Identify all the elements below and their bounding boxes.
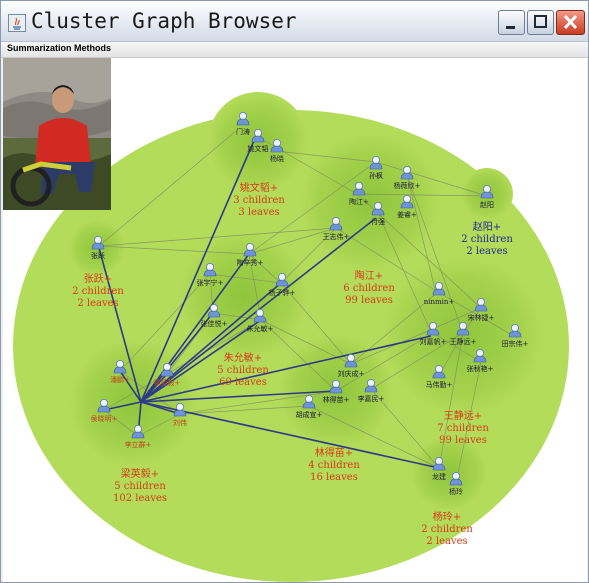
cluster-label-zhuyunmin: 朱允敏+ 5 children 69 leaves xyxy=(217,351,269,388)
cluster-children: 5 children xyxy=(217,365,269,376)
application-window: Cluster Graph Browser Summarization Meth… xyxy=(0,0,589,583)
cluster-leaves: 99 leaves xyxy=(345,295,393,306)
node-label: 李嘉民+ xyxy=(358,394,385,403)
minimize-button[interactable] xyxy=(498,10,525,35)
node-label: 付强 xyxy=(371,217,385,226)
node-label: 杨玲 xyxy=(449,487,463,496)
cluster-name: 张跃+ xyxy=(84,273,112,285)
node-label: ninmin+ xyxy=(424,298,455,306)
close-button[interactable] xyxy=(556,10,585,35)
cluster-leaves: 2 leaves xyxy=(466,246,507,257)
cluster-name: 杨玲+ xyxy=(433,510,461,523)
node-label: 梁英毅+ xyxy=(154,378,181,387)
cluster-children: 2 children xyxy=(461,234,513,245)
node-label: 潘鹏+ xyxy=(110,375,130,384)
node-label: 田宗伟+ xyxy=(502,339,529,348)
window-title: Cluster Graph Browser xyxy=(31,9,297,33)
cluster-name: 陶江+ xyxy=(355,269,383,282)
node-label: 张佳悦+ xyxy=(201,319,228,328)
cluster-leaves: 3 leaves xyxy=(238,207,279,218)
node-label: 张秋艳+ xyxy=(467,364,494,373)
cluster-name: 朱允敏+ xyxy=(224,351,262,364)
node-label: 宋林捷+ xyxy=(468,313,495,322)
graph-canvas[interactable]: 门涛 姚文韬 杨晓 孙枫 杨薇欣+ 陶江+ 付强 姜睿+ 王志伟+ 赵阳 张跃 … xyxy=(3,58,587,582)
node-label: 侯晓明+ xyxy=(91,414,118,423)
cluster-label-liangyingyi: 梁英毅+ 5 children 102 leaves xyxy=(113,467,167,504)
cluster-label-yaowentao: 姚文韬+ 3 children 3 leaves xyxy=(233,181,285,218)
cluster-name: 姚文韬+ xyxy=(240,181,278,194)
node-label: 孙枫 xyxy=(369,171,383,180)
node-label: 杨子骅+ xyxy=(269,288,296,297)
maximize-button[interactable] xyxy=(527,10,554,35)
node-label: 姜睿+ xyxy=(397,210,417,219)
node-label: 陶辛秀+ xyxy=(237,258,264,267)
node-label: 王志伟+ xyxy=(323,232,350,241)
node-label: 陶江+ xyxy=(349,197,369,206)
cluster-leaves: 2 leaves xyxy=(426,536,467,547)
cluster-label-wangjingyuan: 王静远+ 7 children 99 leaves xyxy=(437,409,489,446)
node-label: 姚文韬 xyxy=(248,144,269,153)
node-label: 马伟勤+ xyxy=(426,380,453,389)
menu-bar: Summarization Methods xyxy=(1,42,588,58)
node-label: 刘伟 xyxy=(173,418,187,427)
node-label: 刘庆成+ xyxy=(338,369,365,378)
node-label: 朱允敏+ xyxy=(247,324,274,333)
node-label: 王静远+ xyxy=(450,337,477,346)
node-label: 刘嘉帆+ xyxy=(420,337,447,346)
cluster-label-lindemiao: 林得苗+ 4 children 16 leaves xyxy=(308,446,360,483)
node-label: 杨晓 xyxy=(270,154,284,163)
node-label: 龙建 xyxy=(432,472,446,481)
cluster-children: 3 children xyxy=(233,195,285,206)
java-app-icon xyxy=(8,14,26,32)
cluster-bubble-yangling[interactable] xyxy=(411,435,487,511)
cluster-children: 6 children xyxy=(343,283,395,294)
title-bar[interactable]: Cluster Graph Browser xyxy=(1,1,588,42)
node-label: 李立群+ xyxy=(125,440,152,449)
node-label: 张宇宁+ xyxy=(197,278,224,287)
node-label: 杨薇欣+ xyxy=(394,181,421,190)
cluster-children: 2 children xyxy=(72,286,124,297)
cluster-leaves: 2 leaves xyxy=(77,298,118,309)
maximize-icon xyxy=(534,15,547,28)
close-icon xyxy=(563,14,578,30)
node-label: 张跃 xyxy=(91,251,105,260)
cluster-children: 4 children xyxy=(308,460,360,471)
node-label: 林得苗+ xyxy=(323,395,350,404)
cluster-name: 王静远+ xyxy=(444,409,482,422)
cluster-children: 5 children xyxy=(114,481,166,492)
cluster-children: 7 children xyxy=(437,423,489,434)
cluster-leaves: 102 leaves xyxy=(113,493,167,504)
cluster-name: 梁英毅+ xyxy=(121,467,159,480)
menu-summarization-methods[interactable]: Summarization Methods xyxy=(7,43,111,53)
cluster-leaves: 99 leaves xyxy=(439,435,487,446)
minimize-icon xyxy=(506,26,515,29)
cluster-leaves: 69 leaves xyxy=(219,377,267,388)
cluster-children: 2 children xyxy=(421,524,473,535)
cluster-leaves: 16 leaves xyxy=(310,472,358,483)
cluster-name: 林得苗+ xyxy=(315,446,353,459)
node-label: 门涛 xyxy=(236,127,250,136)
node-label: 胡成宣+ xyxy=(296,410,323,419)
node-label: 赵阳 xyxy=(480,200,494,209)
cluster-name: 赵阳+ xyxy=(473,220,501,233)
person-photo-preview xyxy=(3,58,111,210)
